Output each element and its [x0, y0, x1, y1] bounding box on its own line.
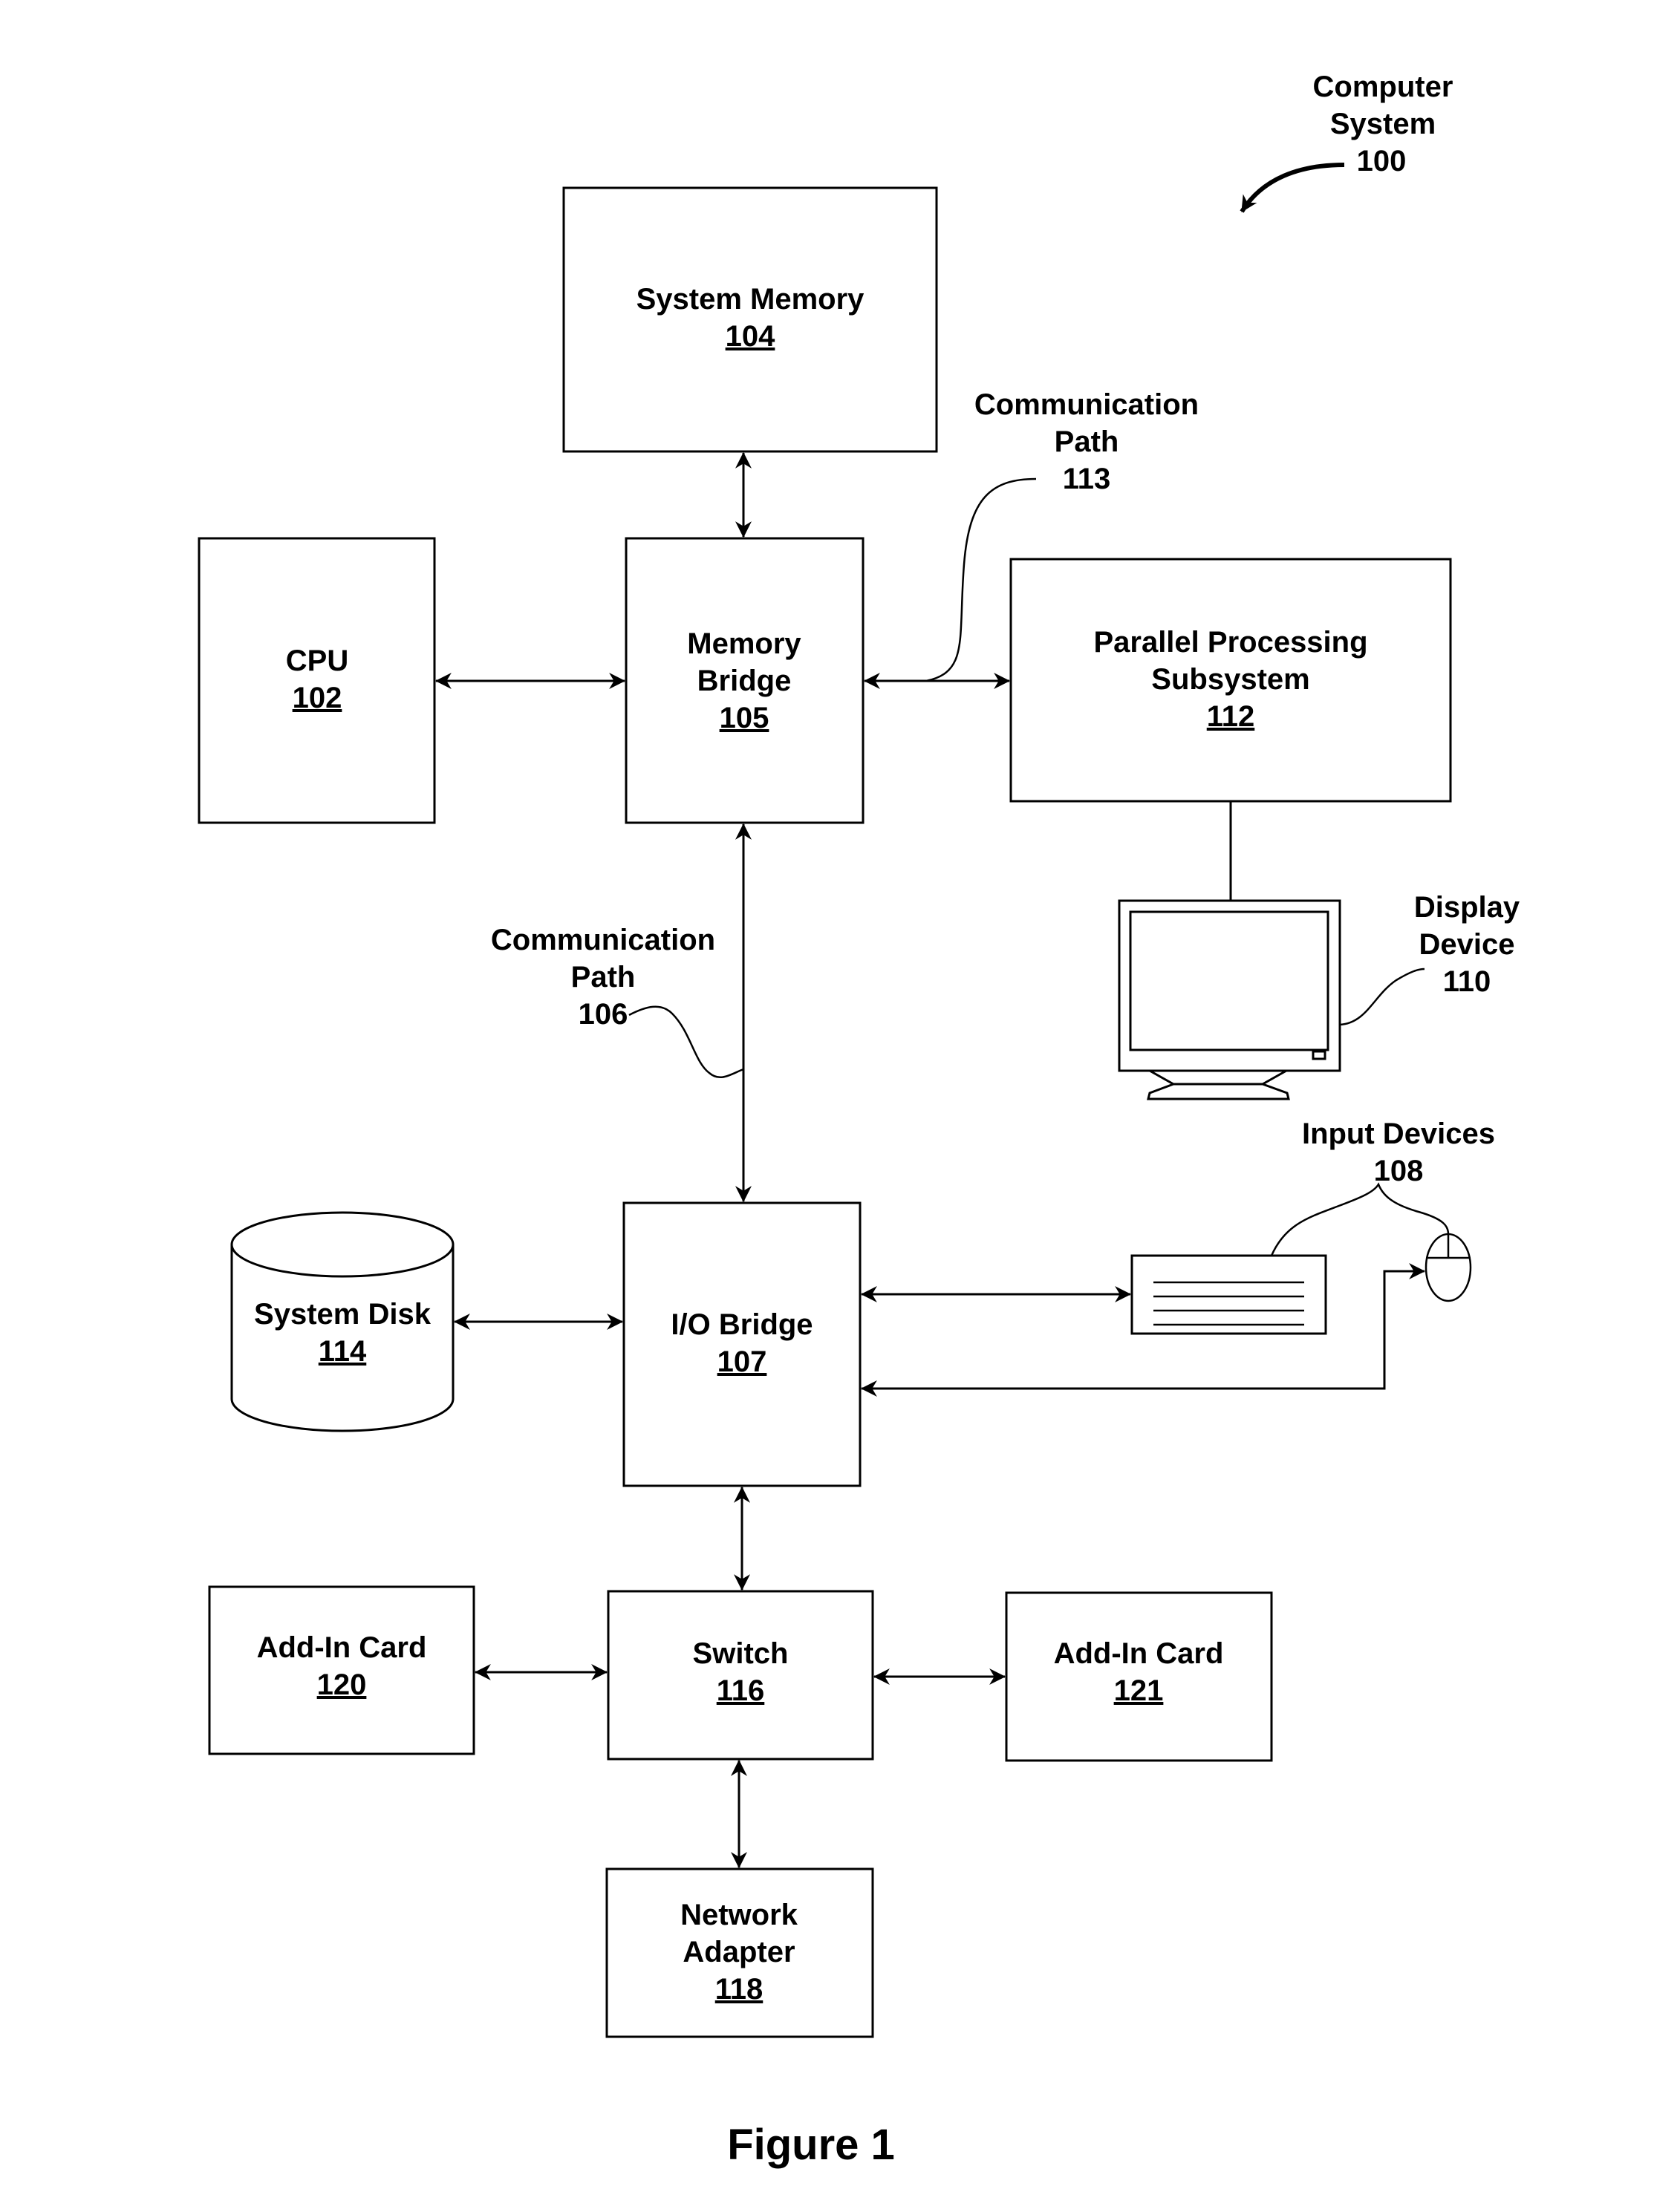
computer-system-ref: 100 — [1357, 145, 1407, 177]
add-in-card-121-ref: 121 — [1114, 1674, 1164, 1707]
keyboard-icon — [1130, 1254, 1327, 1335]
system-disk-top — [230, 1211, 455, 1278]
io-bridge-box[interactable] — [622, 1201, 862, 1487]
network-adapter-label-line2: Adapter — [683, 1936, 795, 1968]
io-bridge-label: I/O Bridge — [671, 1308, 813, 1341]
switch-ref: 116 — [717, 1674, 765, 1707]
mouse[interactable] — [1425, 1233, 1472, 1302]
computer-system-line2: System — [1330, 108, 1436, 140]
monitor-stand — [1147, 1083, 1290, 1100]
memory-bridge-label-line2: Bridge — [697, 665, 792, 697]
cpu-box[interactable] — [198, 537, 436, 824]
add-in-card-120-block[interactable]: Add-In Card 120 — [208, 1585, 475, 1755]
display-device[interactable] — [1118, 899, 1425, 1100]
keyboard[interactable] — [1130, 1254, 1327, 1335]
monitor-neck — [1149, 1069, 1287, 1086]
switch-label: Switch — [693, 1637, 789, 1670]
system-disk-block[interactable]: System Disk 114 — [230, 1211, 455, 1432]
display-device-line1: Display — [1414, 891, 1520, 924]
parallel-processing-block[interactable]: Parallel Processing Subsystem 112 — [1009, 558, 1452, 803]
add-in-card-120-ref: 120 — [317, 1668, 367, 1701]
parallel-processing-label-line1: Parallel Processing — [1093, 626, 1367, 659]
input-devices-ref: 108 — [1374, 1155, 1424, 1187]
system-disk-ref: 114 — [319, 1335, 367, 1368]
io-bridge-block[interactable]: I/O Bridge 107 — [622, 1201, 862, 1487]
cpu-block[interactable]: CPU 102 — [198, 537, 436, 824]
switch-block[interactable]: Switch 116 — [607, 1590, 874, 1761]
add-in-card-121-label: Add-In Card — [1054, 1637, 1224, 1670]
memory-bridge-label-line1: Memory — [687, 627, 801, 660]
display-device-callout: Display Device 110 — [1414, 891, 1520, 998]
input-devices-line1: Input Devices — [1302, 1118, 1495, 1150]
comm-path-106-callout: Communication Path 106 — [491, 924, 744, 1078]
block-diagram: Computer System 100 System Memory 104 CP… — [198, 71, 1520, 2169]
network-adapter-label-line1: Network — [680, 1899, 798, 1931]
system-disk-label: System Disk — [254, 1298, 432, 1331]
comm-path-113-line1: Communication — [974, 388, 1199, 421]
monitor-power-button-icon — [1312, 1050, 1326, 1060]
io-bridge-ref: 107 — [717, 1345, 767, 1378]
input-devices-leader — [1270, 1182, 1450, 1256]
parallel-processing-label-line2: Subsystem — [1151, 663, 1309, 696]
monitor-screen — [1129, 910, 1329, 1051]
comm-path-106-ref: 106 — [579, 998, 628, 1031]
comm-path-113-line2: Path — [1055, 425, 1119, 458]
memory-bridge-ref: 105 — [720, 702, 769, 734]
network-adapter-ref: 118 — [715, 1973, 763, 2006]
figure-caption: Figure 1 — [727, 2121, 895, 2169]
add-in-card-121-block[interactable]: Add-In Card 121 — [1005, 1591, 1273, 1762]
input-devices-callout: Input Devices 108 — [1270, 1118, 1495, 1256]
comm-path-106-line1: Communication — [491, 924, 715, 956]
add-in-card-120-label: Add-In Card — [257, 1631, 427, 1664]
display-device-leader — [1339, 968, 1425, 1026]
comm-path-106-line2: Path — [571, 961, 636, 994]
system-memory-ref: 104 — [726, 320, 775, 353]
system-memory-block[interactable]: System Memory 104 — [562, 186, 938, 453]
display-device-ref: 110 — [1443, 965, 1491, 998]
comm-path-106-leader — [628, 1005, 744, 1078]
computer-system-line1: Computer — [1313, 71, 1453, 103]
system-memory-label: System Memory — [636, 283, 865, 316]
parallel-processing-ref: 112 — [1207, 700, 1255, 733]
cpu-label: CPU — [286, 645, 348, 677]
memory-bridge-block[interactable]: Memory Bridge 105 — [625, 537, 865, 824]
display-device-line2: Device — [1419, 928, 1515, 961]
network-adapter-block[interactable]: Network Adapter 118 — [605, 1867, 874, 2038]
computer-system-label: Computer System 100 — [1240, 71, 1453, 213]
comm-path-113-ref: 113 — [1063, 463, 1111, 495]
cpu-ref: 102 — [293, 682, 342, 714]
system-pointer-arrow — [1240, 163, 1345, 213]
